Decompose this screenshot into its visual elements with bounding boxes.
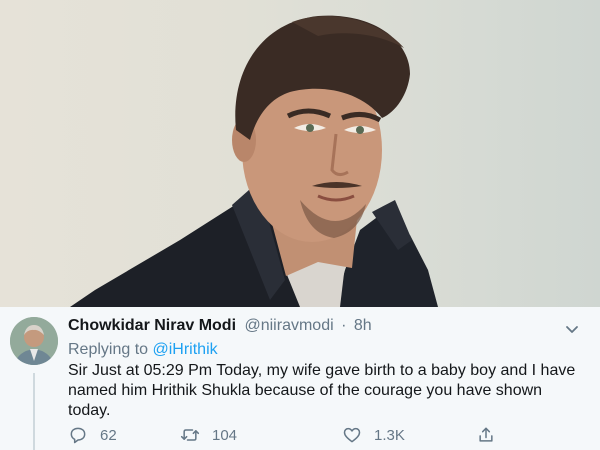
reply-button[interactable]: 62 <box>68 425 117 445</box>
reply-mention-link[interactable]: @iHrithik <box>153 341 218 358</box>
tweet-timestamp[interactable]: 8h <box>354 317 372 334</box>
tweet-text: Sir Just at 05:29 Pm Today, my wife gave… <box>68 362 576 419</box>
tweet-actions: 62 104 1.3K <box>68 425 508 447</box>
reply-count: 62 <box>100 426 117 444</box>
user-handle[interactable]: @niiravmodi <box>244 317 333 334</box>
retweet-count: 104 <box>212 426 238 444</box>
speech-bubble-icon <box>70 427 86 444</box>
like-count: 1.3K <box>374 426 405 444</box>
display-name[interactable]: Chowkidar Nirav Modi <box>68 317 236 334</box>
replying-to: Replying to @iHrithik <box>68 341 218 359</box>
thread-line <box>33 373 35 450</box>
tweet-card[interactable]: Chowkidar Nirav Modi @niiravmodi · 8h Re… <box>0 307 600 450</box>
avatar[interactable] <box>10 317 58 365</box>
celebrity-photo <box>0 0 600 307</box>
separator-dot: · <box>341 317 347 334</box>
share-icon <box>479 427 493 442</box>
retweet-icon <box>180 429 200 441</box>
replying-to-label: Replying to <box>68 341 149 358</box>
chevron-down-icon[interactable] <box>564 321 580 337</box>
like-button[interactable]: 1.3K <box>342 425 405 445</box>
tweet-header: Chowkidar Nirav Modi @niiravmodi · 8h <box>68 317 372 335</box>
retweet-button[interactable]: 104 <box>180 425 237 445</box>
share-button[interactable] <box>476 425 508 445</box>
heart-icon <box>343 427 361 443</box>
